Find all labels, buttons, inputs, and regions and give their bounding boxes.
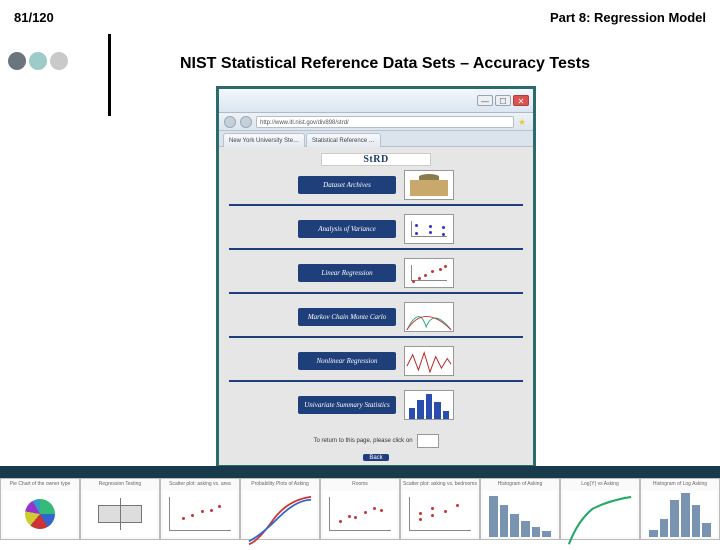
section-label: Nonlinear Regression	[298, 352, 396, 370]
tab-strip: New York University Ste… Statistical Ref…	[219, 131, 533, 147]
scatter-icon	[409, 497, 471, 531]
linreg-thumb-icon	[404, 258, 454, 288]
histogram-icon	[643, 491, 717, 537]
scatter-icon	[169, 497, 231, 531]
return-text: To return to this page, please click on	[313, 438, 412, 444]
slide-thumb[interactable]: Log(Y) vs Asking	[560, 478, 640, 540]
section-label: Markov Chain Monte Carlo	[298, 308, 396, 326]
vertical-rule	[108, 34, 111, 116]
slide-thumb[interactable]: Scatter plot: asking vs. bedrooms	[400, 478, 480, 540]
thumb-caption: Scatter plot: asking vs. bedrooms	[403, 481, 477, 489]
anova-thumb-icon	[404, 214, 454, 244]
slide-thumb[interactable]: Rooms	[320, 478, 400, 540]
slide-title: NIST Statistical Reference Data Sets – A…	[180, 55, 590, 73]
boxplot-icon	[98, 505, 142, 523]
minimize-button[interactable]: —	[477, 95, 493, 106]
close-button[interactable]: ✕	[513, 95, 529, 106]
section-anova[interactable]: Analysis of Variance	[229, 214, 523, 250]
histogram-icon	[483, 491, 557, 537]
slide-thumb[interactable]: Histogram of Asking	[480, 478, 560, 540]
mcmc-thumb-icon	[404, 302, 454, 332]
prob-plot-icon	[243, 491, 317, 550]
favorite-star-icon[interactable]: ★	[518, 117, 528, 127]
scatter-icon	[329, 497, 391, 531]
thumb-caption: Probability Plots of Asking	[243, 481, 317, 489]
footer-band	[0, 466, 720, 478]
bars-thumb-icon	[404, 390, 454, 420]
section-label: Analysis of Variance	[298, 220, 396, 238]
bullet-dot	[29, 52, 47, 70]
nonlin-thumb-icon	[404, 346, 454, 376]
browser-toolbar: http://www.itl.nist.gov/div898/strd/ ★	[219, 113, 533, 131]
bullet-dot	[50, 52, 68, 70]
thumb-caption: Rooms	[323, 481, 397, 489]
thumb-caption: Log(Y) vs Asking	[563, 481, 637, 489]
thumb-caption: Histogram of Asking	[483, 481, 557, 489]
slide-thumb[interactable]: Regression Testing	[80, 478, 160, 540]
slide-thumb[interactable]: Scatter plot: asking vs. area	[160, 478, 240, 540]
section-mcmc[interactable]: Markov Chain Monte Carlo	[229, 302, 523, 338]
section-label: Dataset Archives	[298, 176, 396, 194]
address-bar[interactable]: http://www.itl.nist.gov/div898/strd/	[256, 116, 514, 128]
back-nav-icon[interactable]	[224, 116, 236, 128]
maximize-button[interactable]: ☐	[495, 95, 511, 106]
slide-thumbnails: Pie Chart of the owner type Regression T…	[0, 478, 720, 540]
pie-chart-icon	[25, 499, 55, 529]
section-label: Univariate Summary Statistics	[298, 396, 396, 414]
thumb-caption: Pie Chart of the owner type	[3, 481, 77, 489]
strd-logo: StRD	[321, 153, 431, 166]
slide-thumb[interactable]: Pie Chart of the owner type	[0, 478, 80, 540]
section-label: Linear Regression	[298, 264, 396, 282]
building-icon	[404, 170, 454, 200]
logcurve-icon	[563, 491, 637, 550]
thumb-caption: Regression Testing	[83, 481, 157, 489]
section-nonlinear-regression[interactable]: Nonlinear Regression	[229, 346, 523, 382]
thumb-caption: Histogram of Log Asking	[643, 481, 717, 489]
return-note: To return to this page, please click on	[313, 434, 438, 448]
section-univariate[interactable]: Univariate Summary Statistics	[229, 390, 523, 424]
page-number: 81/120	[14, 10, 54, 25]
slide-thumb[interactable]: Probability Plots of Asking	[240, 478, 320, 540]
slide-bullets	[8, 52, 68, 70]
browser-tab[interactable]: Statistical Reference …	[306, 133, 381, 147]
building-mini-icon	[417, 434, 439, 448]
part-title: Part 8: Regression Model	[550, 10, 706, 25]
forward-nav-icon[interactable]	[240, 116, 252, 128]
window-titlebar: — ☐ ✕	[219, 89, 533, 113]
browser-window: — ☐ ✕ http://www.itl.nist.gov/div898/str…	[216, 86, 536, 468]
bullet-dot	[8, 52, 26, 70]
slide-thumb[interactable]: Histogram of Log Asking	[640, 478, 720, 540]
page-content: StRD Dataset Archives Analysis of Varian…	[219, 147, 533, 465]
section-linear-regression[interactable]: Linear Regression	[229, 258, 523, 294]
back-button[interactable]: Back	[363, 454, 389, 461]
browser-tab[interactable]: New York University Ste…	[223, 133, 305, 147]
thumb-caption: Scatter plot: asking vs. area	[163, 481, 237, 489]
section-dataset-archives[interactable]: Dataset Archives	[229, 170, 523, 206]
